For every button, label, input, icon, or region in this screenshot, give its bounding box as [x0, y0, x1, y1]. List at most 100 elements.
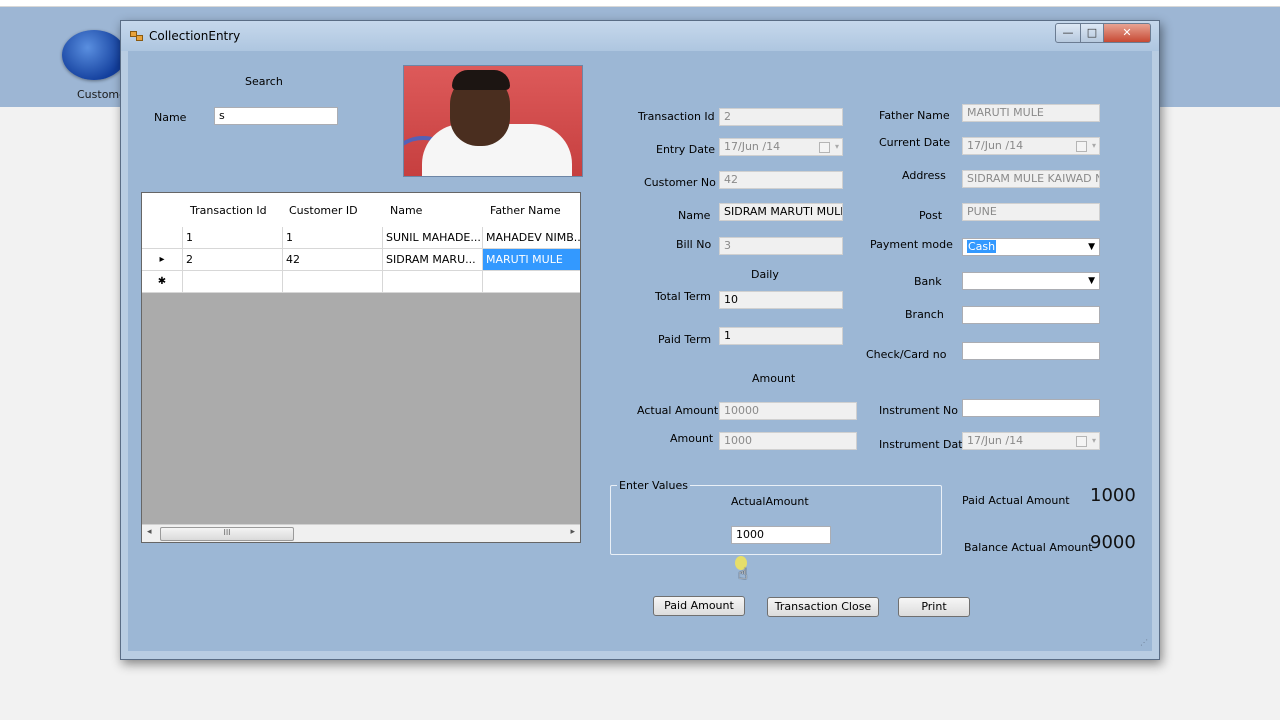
customer-app-icon[interactable]	[62, 30, 126, 80]
dropdown-arrow-icon[interactable]: ▼	[1088, 273, 1095, 289]
cell-transaction-id[interactable]: 2	[182, 249, 282, 270]
paid-actual-amount-value: 1000	[1090, 485, 1136, 506]
total-term-field[interactable]: 10	[719, 291, 843, 309]
minimize-button[interactable]: —	[1055, 23, 1081, 43]
amount-field[interactable]: 1000	[719, 432, 857, 450]
transactions-grid[interactable]: Transaction Id Customer ID Name Father N…	[141, 192, 581, 543]
daily-heading: Daily	[751, 268, 779, 281]
paid-term-label: Paid Term	[658, 333, 712, 346]
check-card-no-label: Check/Card no	[866, 348, 947, 361]
resize-grip-icon[interactable]: ⋰	[1140, 638, 1148, 647]
bank-combo[interactable]: ▼	[962, 272, 1100, 290]
name-field[interactable]: SIDRAM MARUTI MULE	[719, 203, 843, 221]
instrument-date-value: 17/Jun /14	[967, 434, 1024, 447]
window-titlebar[interactable]: CollectionEntry — □ ✕	[121, 21, 1159, 51]
grid-header-row: Transaction Id Customer ID Name Father N…	[142, 193, 580, 228]
actual-amount-field[interactable]: 10000	[719, 402, 857, 420]
scroll-thumb[interactable]: III	[160, 527, 294, 541]
collection-entry-window: CollectionEntry — □ ✕ Search Name s Tran…	[120, 20, 1160, 660]
cell-name[interactable]	[382, 271, 482, 292]
table-row[interactable]: ▸ 2 42 SIDRAM MARU... MARUTI MULE	[142, 249, 580, 271]
current-row-indicator[interactable]: ▸	[142, 249, 182, 270]
instrument-no-field[interactable]	[962, 399, 1100, 417]
check-card-no-field[interactable]	[962, 342, 1100, 360]
total-term-label: Total Term	[655, 290, 711, 303]
calendar-icon	[1076, 141, 1087, 152]
search-heading: Search	[245, 75, 283, 88]
address-label: Address	[902, 169, 946, 182]
instrument-date-picker[interactable]: 17/Jun /14 ▾	[962, 432, 1100, 450]
transaction-close-button[interactable]: Transaction Close	[767, 597, 879, 617]
column-header-father-name[interactable]: Father Name	[490, 204, 561, 217]
address-field[interactable]: SIDRAM MULE KAIWAD N	[962, 170, 1100, 188]
cell-transaction-id[interactable]: 1	[182, 227, 282, 248]
cell-transaction-id[interactable]	[182, 271, 282, 292]
payment-mode-combo[interactable]: Cash ▼	[962, 238, 1100, 256]
cell-father-name[interactable]: MAHADEV NIMB...	[482, 227, 580, 248]
amount-heading: Amount	[752, 372, 796, 385]
current-date-value: 17/Jun /14	[967, 139, 1024, 152]
paid-actual-amount-label: Paid Actual Amount	[962, 494, 1070, 507]
enter-values-title: Enter Values	[617, 479, 690, 492]
post-field[interactable]: PUNE	[962, 203, 1100, 221]
column-header-name[interactable]: Name	[390, 204, 422, 217]
calendar-icon	[1076, 436, 1087, 447]
name-label: Name	[678, 209, 711, 222]
customer-no-field[interactable]: 42	[719, 171, 843, 189]
transaction-id-field[interactable]: 2	[719, 108, 843, 126]
post-label: Post	[919, 209, 943, 222]
balance-actual-amount-label: Balance Actual Amount	[964, 541, 1093, 554]
actual-amount-label: Actual Amount	[637, 404, 719, 417]
instrument-no-label: Instrument No	[879, 404, 958, 417]
current-date-label: Current Date	[879, 136, 951, 149]
new-row-indicator[interactable]: ✱	[142, 271, 182, 292]
dropdown-arrow-icon[interactable]: ▼	[1088, 239, 1095, 255]
cell-father-name[interactable]	[482, 271, 580, 292]
cell-customer-id[interactable]: 42	[282, 249, 382, 270]
hand-cursor-icon: ☝	[738, 564, 748, 583]
scroll-left-arrow-icon[interactable]: ◂	[147, 527, 152, 537]
close-button[interactable]: ✕	[1104, 23, 1151, 43]
column-header-transaction-id[interactable]: Transaction Id	[190, 204, 267, 217]
payment-mode-label: Payment mode	[870, 238, 953, 251]
cell-name[interactable]: SUNIL MAHADE...	[382, 227, 482, 248]
balance-actual-amount-value: 9000	[1090, 532, 1136, 553]
maximize-button[interactable]: □	[1081, 23, 1104, 43]
enter-actual-amount-input[interactable]: 1000	[731, 526, 831, 544]
cell-customer-id[interactable]: 1	[282, 227, 382, 248]
row-header[interactable]	[142, 227, 182, 248]
chevron-down-icon: ▾	[834, 142, 839, 151]
entry-date-value: 17/Jun /14	[724, 140, 781, 153]
search-name-input[interactable]: s	[214, 107, 338, 125]
father-name-label: Father Name	[879, 109, 950, 122]
cell-customer-id[interactable]	[282, 271, 382, 292]
chevron-down-icon: ▾	[1091, 141, 1096, 150]
desktop-top-strip	[0, 0, 1280, 7]
cell-name[interactable]: SIDRAM MARU...	[382, 249, 482, 270]
paid-term-field[interactable]: 1	[719, 327, 843, 345]
enter-values-group: Enter Values ActualAmount 1000	[610, 479, 942, 555]
window-title: CollectionEntry	[149, 29, 241, 43]
new-row[interactable]: ✱	[142, 271, 580, 293]
calendar-icon	[819, 142, 830, 153]
entry-date-picker[interactable]: 17/Jun /14 ▾	[719, 138, 843, 156]
current-date-picker[interactable]: 17/Jun /14 ▾	[962, 137, 1100, 155]
scroll-right-arrow-icon[interactable]: ▸	[570, 527, 575, 537]
transaction-id-label: Transaction Id	[638, 110, 715, 123]
bill-no-field[interactable]: 3	[719, 237, 843, 255]
branch-label: Branch	[905, 308, 944, 321]
window-client-area: Search Name s Transaction Id Customer ID…	[128, 51, 1152, 651]
bill-no-label: Bill No	[676, 238, 712, 251]
grid-horizontal-scrollbar[interactable]: ◂ III ▸	[142, 524, 580, 542]
entry-date-label: Entry Date	[656, 143, 716, 156]
table-row[interactable]: 1 1 SUNIL MAHADE... MAHADEV NIMB...	[142, 227, 580, 249]
paid-amount-button[interactable]: Paid Amount	[653, 596, 745, 616]
column-header-customer-id[interactable]: Customer ID	[289, 204, 358, 217]
chevron-down-icon: ▾	[1091, 436, 1096, 445]
enter-actual-amount-label: ActualAmount	[731, 495, 809, 508]
branch-field[interactable]	[962, 306, 1100, 324]
print-button[interactable]: Print	[898, 597, 970, 617]
father-name-field[interactable]: MARUTI MULE	[962, 104, 1100, 122]
cell-father-name-selected[interactable]: MARUTI MULE	[482, 249, 580, 270]
customer-no-label: Customer No	[644, 176, 716, 189]
